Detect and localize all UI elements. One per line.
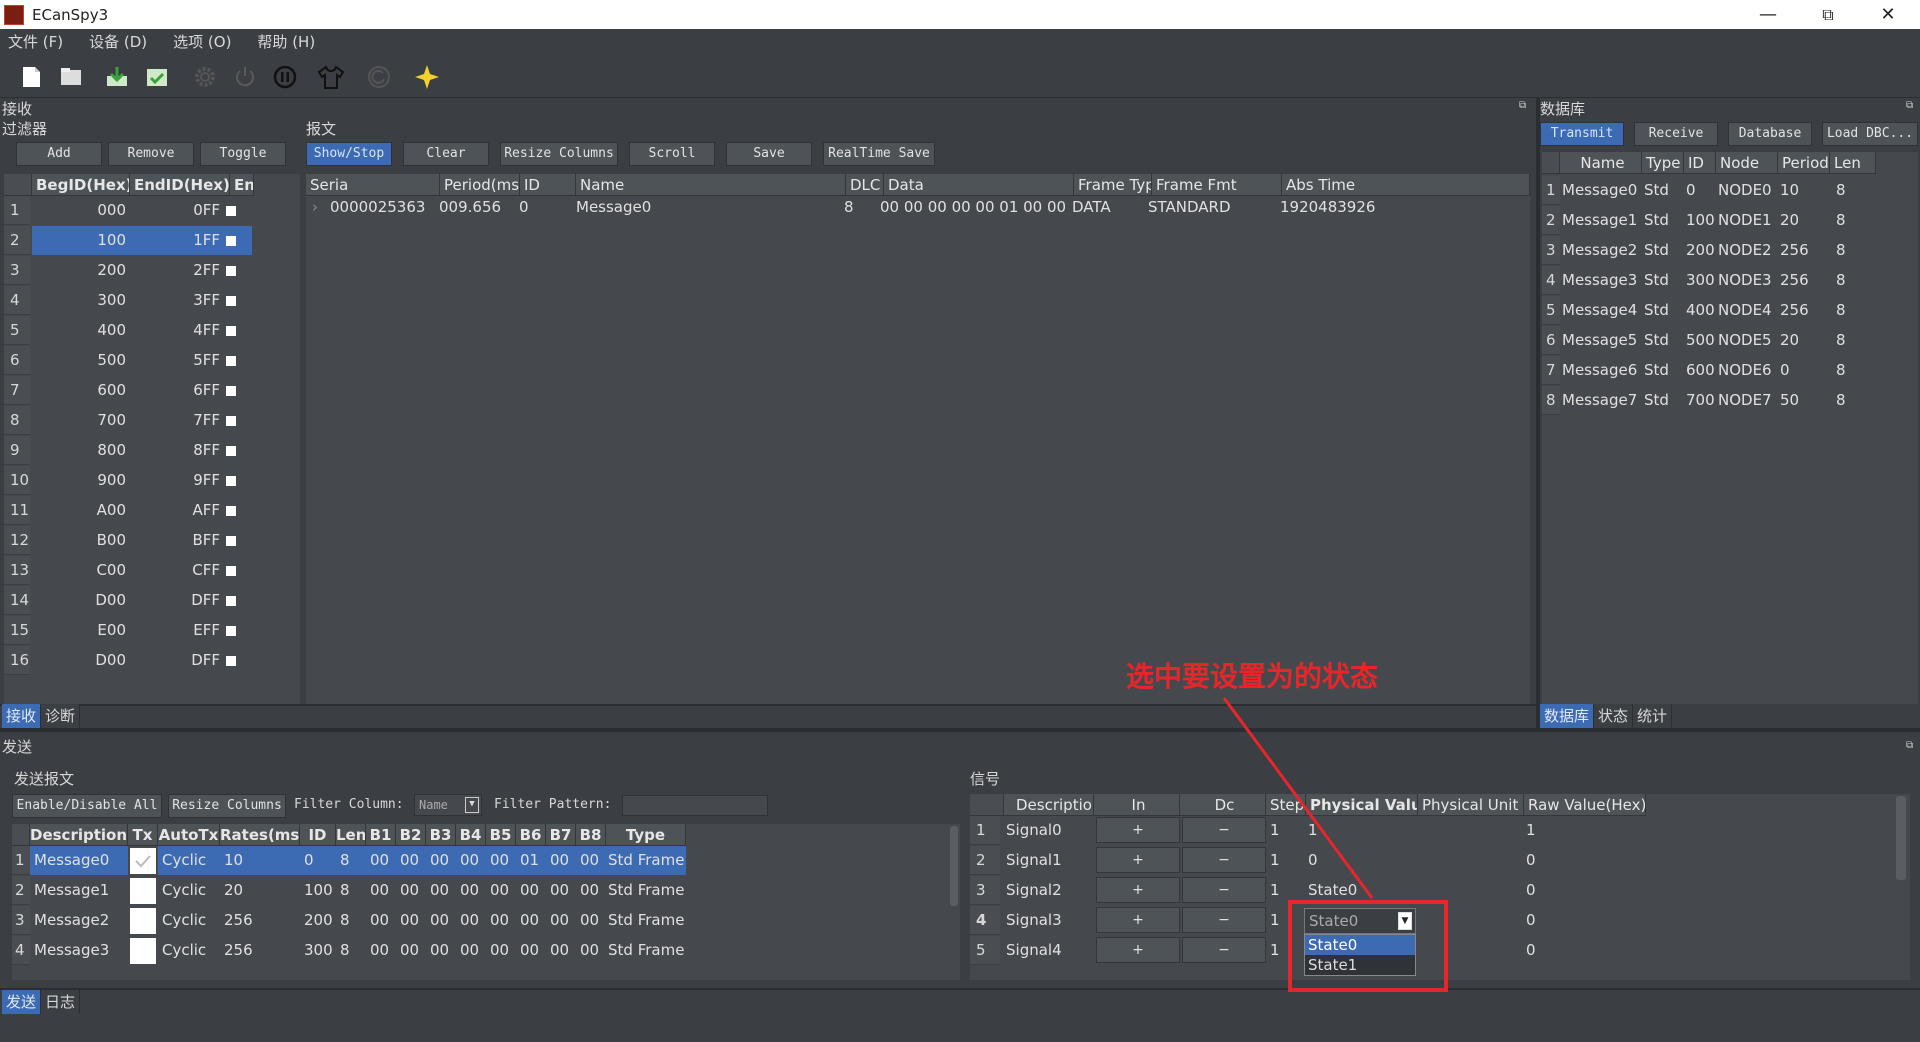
annotation-arrow [1222,697,1374,899]
annotation-highlight-box [1288,900,1448,992]
